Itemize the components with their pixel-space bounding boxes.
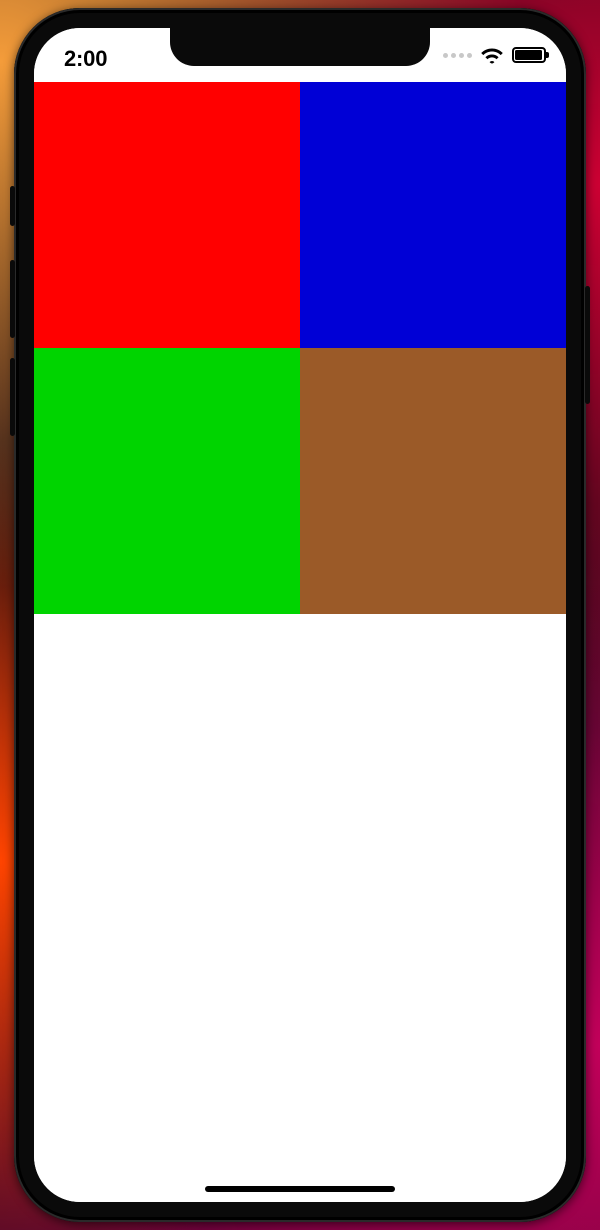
tile-bottom-left[interactable] [34, 348, 300, 614]
color-grid [34, 82, 566, 614]
wifi-icon [480, 46, 504, 64]
volume-up-button[interactable] [10, 260, 15, 338]
silence-switch[interactable] [10, 186, 15, 226]
tile-top-right[interactable] [300, 82, 566, 348]
volume-down-button[interactable] [10, 358, 15, 436]
status-time: 2:00 [64, 46, 107, 72]
battery-icon [512, 47, 546, 63]
tile-bottom-right[interactable] [300, 348, 566, 614]
tile-top-left[interactable] [34, 82, 300, 348]
app-content: 2:00 [34, 28, 566, 1202]
device-frame: 2:00 [14, 8, 586, 1222]
status-indicators [443, 46, 546, 64]
power-button[interactable] [585, 286, 590, 404]
cellular-signal-icon [443, 53, 472, 58]
screen: 2:00 [34, 28, 566, 1202]
home-indicator[interactable] [205, 1186, 395, 1192]
notch [170, 28, 430, 66]
